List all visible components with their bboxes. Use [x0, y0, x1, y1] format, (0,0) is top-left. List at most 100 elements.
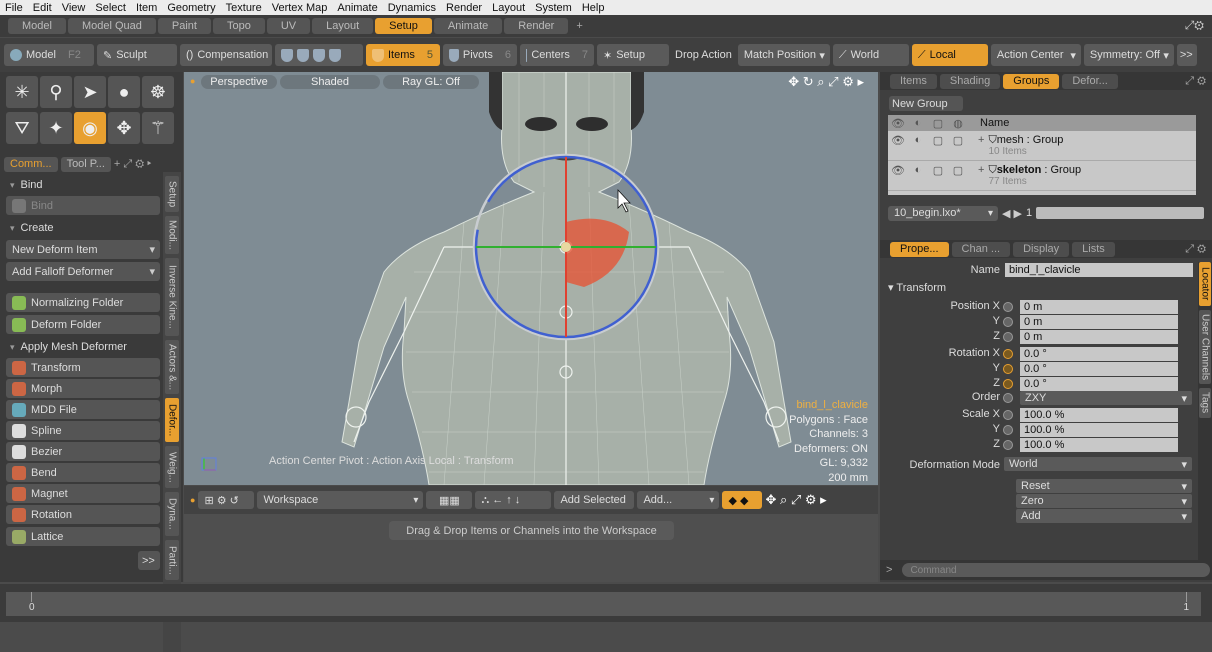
menu-help[interactable]: Help — [577, 2, 610, 14]
rotation-x-field[interactable]: 0.0 ° — [1020, 347, 1178, 361]
zero-dropdown[interactable]: Zero — [1016, 494, 1192, 508]
setup-mode-button[interactable]: ✶ Setup — [597, 44, 669, 66]
tab-model[interactable]: Model — [8, 18, 66, 34]
menu-geometry[interactable]: Geometry — [162, 2, 220, 14]
polygon-mode-icon[interactable] — [313, 48, 325, 62]
workspace-view-icons[interactable]: ✥ ⌕ ⤢ ⚙ ▸ — [765, 492, 826, 508]
menu-item[interactable]: Item — [131, 2, 162, 14]
workspace-menu-dot[interactable]: ● — [190, 495, 195, 505]
scale-z-field[interactable]: 100.0 % — [1020, 438, 1178, 452]
compensation-button[interactable]: () Compensation — [180, 44, 272, 66]
raygl-toggle[interactable]: Ray GL: Off — [383, 75, 479, 89]
vtab-deformers[interactable]: Defor... — [165, 398, 179, 442]
scene-dropdown[interactable]: 10_begin.lxo* — [888, 205, 998, 221]
menu-layout[interactable]: Layout — [487, 2, 530, 14]
vtab-tags[interactable]: Tags — [1199, 388, 1211, 418]
eye-icon[interactable]: 👁 — [888, 164, 908, 177]
new-group-button[interactable]: New Group — [889, 96, 963, 111]
position-z-field[interactable]: 0 m — [1020, 330, 1178, 344]
tab-properties[interactable]: Prope... — [890, 241, 949, 257]
position-y-field[interactable]: 0 m — [1020, 315, 1178, 329]
local-button[interactable]: ⟋ Local — [911, 44, 988, 66]
name-field[interactable]: bind_l_clavicle — [1005, 263, 1193, 277]
toolbar-more-button[interactable]: >> — [1176, 44, 1197, 66]
symmetry-dropdown[interactable]: Symmetry: Off ▾ — [1083, 44, 1174, 66]
bend-deformer-button[interactable]: Bend — [6, 463, 160, 482]
viewport-nav-icons[interactable]: ✥ ↻ ⌕ ⤢ ⚙ ▸ — [788, 74, 864, 90]
sculpt-button[interactable]: ✎ Sculpt — [97, 44, 177, 66]
panel-options-icon[interactable]: ⤢ ⚙ — [1185, 243, 1206, 256]
expand-icon[interactable]: + — [978, 134, 984, 146]
expand-icon[interactable]: + — [978, 164, 984, 176]
rotation-deformer-button[interactable]: Rotation — [6, 505, 160, 524]
menu-file[interactable]: File — [0, 2, 28, 14]
eye-icon[interactable]: 👁 — [888, 134, 908, 147]
vtab-modifiers[interactable]: Modi... — [165, 216, 179, 254]
add-selected-button[interactable]: Add Selected — [554, 491, 635, 509]
reset-dropdown[interactable]: Reset — [1016, 479, 1192, 493]
tab-lists[interactable]: Lists — [1072, 241, 1115, 257]
mdd-file-button[interactable]: MDD File — [6, 400, 160, 419]
pivots-mode-button[interactable]: Pivots 6 — [443, 44, 517, 66]
vtab-inverse-kinematics[interactable]: Inverse Kine... — [165, 258, 179, 336]
position-keyframe-icon[interactable] — [1003, 317, 1013, 327]
order-dropdown[interactable]: ZXY — [1020, 391, 1192, 405]
menu-animate[interactable]: Animate — [332, 2, 382, 14]
rotation-keyframe-icon[interactable] — [1003, 379, 1013, 389]
viewport-menu-dot[interactable]: ● — [190, 76, 195, 86]
panel-options-icon[interactable]: ⤢ ⚙ — [1185, 75, 1206, 88]
tab-groups[interactable]: Groups — [1003, 73, 1060, 89]
panel-options-icon[interactable]: + ⤢ ⚙ ▸ — [114, 158, 152, 171]
select-icon[interactable]: ▢ — [948, 164, 968, 177]
table-row[interactable]: 👁 ◐ ▢ ▢ + ⛉mesh : Group 10 Items — [888, 131, 1196, 161]
tab-items[interactable]: Items — [890, 73, 937, 89]
render-icon[interactable]: ◐ — [908, 134, 928, 146]
perspective-dropdown[interactable]: Perspective — [201, 75, 277, 89]
tab-display[interactable]: Display — [1013, 241, 1070, 257]
model-button[interactable]: Model F2 — [4, 44, 94, 66]
actor-icon[interactable]: ☸ — [142, 76, 174, 108]
apply-mesh-deformer-section[interactable]: Apply Mesh Deformer — [6, 338, 160, 356]
locator-icon[interactable]: ✳ — [6, 76, 38, 108]
3d-viewport[interactable]: ● Perspective Shaded Ray GL: Off ✥ ↻ ⌕ ⤢… — [184, 72, 878, 485]
new-deform-item-dropdown[interactable]: New Deform Item — [6, 240, 160, 259]
scene-nav-arrows[interactable]: ◀ ▶ — [1002, 207, 1022, 220]
tab-layout[interactable]: Layout — [312, 18, 374, 34]
scale-keyframe-icon[interactable] — [1003, 440, 1013, 450]
menu-select[interactable]: Select — [90, 2, 131, 14]
tab-model-quad[interactable]: Model Quad — [67, 18, 156, 34]
create-section[interactable]: Create — [6, 219, 160, 237]
vtab-user-channels[interactable]: User Channels — [1199, 310, 1211, 384]
centers-mode-button[interactable]: Centers 7 — [520, 44, 594, 66]
add-falloff-deformer-dropdown[interactable]: Add Falloff Deformer — [6, 262, 160, 281]
command-input[interactable]: Command — [902, 563, 1211, 577]
menu-texture[interactable]: Texture — [221, 2, 267, 14]
menu-vertex-map[interactable]: Vertex Map — [267, 2, 333, 14]
workspace-tool-icons[interactable]: ⊞ ⚙ ↺ — [198, 491, 255, 509]
table-row[interactable]: 👁 ◐ ▢ ▢ + ⛉skeleton : Group 77 Items — [888, 161, 1196, 191]
tab-paint[interactable]: Paint — [157, 18, 211, 34]
tab-topo[interactable]: Topo — [212, 18, 265, 34]
material-mode-icon[interactable] — [329, 48, 341, 62]
menu-edit[interactable]: Edit — [28, 2, 57, 14]
tab-animate[interactable]: Animate — [433, 18, 503, 34]
tab-setup[interactable]: Setup — [375, 18, 432, 34]
menu-view[interactable]: View — [57, 2, 91, 14]
order-keyframe-icon[interactable] — [1003, 393, 1013, 403]
bezier-deformer-button[interactable]: Bezier — [6, 442, 160, 461]
scale-y-field[interactable]: 100.0 % — [1020, 423, 1178, 437]
select-icon[interactable]: ▢ — [948, 134, 968, 147]
tab-uv[interactable]: UV — [266, 18, 311, 34]
schematic-workspace[interactable]: ● ⊞ ⚙ ↺ Workspace ▦▦ ⛬ ← ↑ ↓ Add Selecte… — [184, 486, 878, 582]
tab-render[interactable]: Render — [504, 18, 569, 34]
rotation-y-field[interactable]: 0.0 ° — [1020, 362, 1178, 376]
timeline-bar[interactable]: 0 1 — [6, 592, 1201, 616]
bind-button[interactable]: Bind — [6, 196, 160, 215]
joint-icon[interactable]: ⚲ — [40, 76, 72, 108]
bind-section[interactable]: Bind — [6, 176, 160, 194]
vtab-setup[interactable]: Setup — [165, 176, 179, 212]
rotation-z-field[interactable]: 0.0 ° — [1020, 377, 1178, 391]
world-button[interactable]: ⟋ World — [832, 44, 909, 66]
position-keyframe-icon[interactable] — [1003, 332, 1013, 342]
edge-mode-icon[interactable] — [297, 48, 309, 62]
